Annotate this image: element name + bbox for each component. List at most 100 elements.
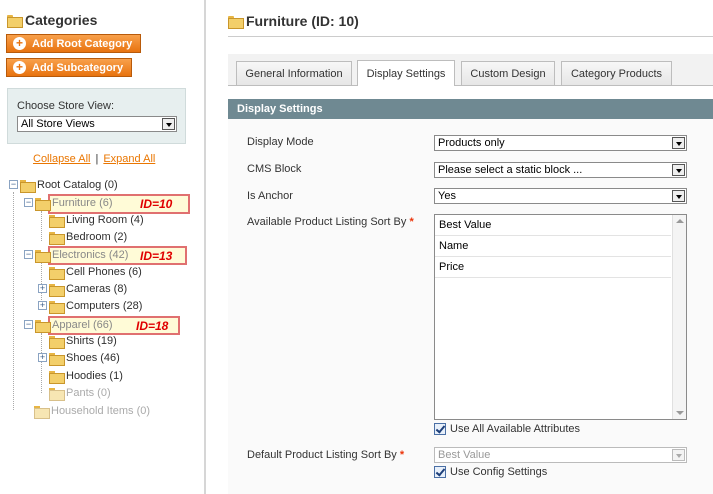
tree-item-hoodies[interactable]: Hoodies (1) (49, 368, 123, 384)
use-config-row[interactable]: Use Config Settings (434, 466, 547, 478)
add-root-category-button[interactable]: + Add Root Category (6, 34, 142, 53)
scroll-down-icon[interactable] (676, 411, 684, 415)
chevron-down-icon (672, 190, 685, 202)
folder-icon (7, 14, 23, 28)
scrollbar[interactable] (672, 215, 686, 419)
collapse-icon[interactable]: − (24, 250, 33, 259)
expand-icon[interactable]: + (38, 353, 47, 362)
tree-label: Cameras (8) (66, 283, 128, 295)
list-item[interactable]: Best Value (435, 215, 671, 236)
display-mode-select[interactable]: Products only (434, 135, 687, 151)
tree-item-apparel[interactable]: Apparel (66) (35, 317, 113, 333)
collapse-icon[interactable]: − (24, 320, 33, 329)
folder-icon (49, 300, 65, 314)
section-header: Display Settings (228, 99, 713, 119)
collapse-icon[interactable]: − (9, 180, 18, 189)
use-config-checkbox[interactable] (434, 466, 446, 478)
folder-icon (49, 370, 65, 384)
folder-icon (35, 319, 51, 333)
tree-item-computers[interactable]: Computers (28) (49, 298, 142, 314)
cms-block-label: CMS Block (247, 163, 302, 175)
use-config-label: Use Config Settings (450, 466, 548, 478)
tree-item-living-room[interactable]: Living Room (4) (49, 212, 144, 228)
tree-label: Living Room (4) (66, 214, 144, 226)
list-item[interactable]: Name (435, 236, 671, 257)
tree-label: Shirts (19) (66, 335, 117, 347)
tree-label: Shoes (46) (66, 352, 120, 364)
required-mark: * (409, 216, 414, 228)
chevron-down-icon (672, 164, 685, 176)
tree-item-cell-phones[interactable]: Cell Phones (6) (49, 264, 142, 280)
display-mode-value: Products only (438, 137, 505, 149)
cms-block-select[interactable]: Please select a static block ... (434, 162, 687, 178)
tree-item-pants[interactable]: Pants (0) (49, 385, 111, 401)
folder-icon (49, 214, 65, 228)
default-sort-label: Default Product Listing Sort By * (247, 449, 404, 461)
list-item[interactable]: Price (435, 257, 671, 278)
default-sort-value: Best Value (438, 449, 491, 461)
tab-label: Display Settings (366, 67, 446, 80)
page-title: Furniture (ID: 10) (228, 13, 359, 29)
is-anchor-label: Is Anchor (247, 190, 293, 202)
is-anchor-select[interactable]: Yes (434, 188, 687, 204)
furniture-id-annotation: ID=10 (140, 197, 173, 211)
add-subcategory-button[interactable]: + Add Subcategory (6, 58, 133, 77)
tree-label: Household Items (0) (51, 405, 151, 417)
sort-by-label: Available Product Listing Sort By * (247, 216, 414, 228)
tree-item-shirts[interactable]: Shirts (19) (49, 333, 117, 349)
page-title-text: Furniture (ID: 10) (246, 13, 359, 29)
electronics-id-annotation: ID=13 (140, 249, 173, 263)
store-view-select[interactable]: All Store Views (17, 116, 177, 132)
store-view-panel: Choose Store View: All Store Views (7, 88, 186, 144)
expand-icon[interactable]: + (38, 301, 47, 310)
sort-by-multiselect[interactable]: Best Value Name Price (434, 214, 687, 420)
tab-custom-design[interactable]: Custom Design (461, 61, 555, 85)
tree-item-furniture[interactable]: Furniture (6) (35, 195, 113, 211)
use-all-attributes-row[interactable]: Use All Available Attributes (434, 423, 580, 435)
tree-item-cameras[interactable]: Cameras (8) (49, 281, 127, 297)
default-sort-select[interactable]: Best Value (434, 447, 687, 463)
tree-label: Apparel (66) (52, 319, 113, 331)
apparel-id-annotation: ID=18 (136, 319, 169, 333)
collapse-all-link[interactable]: Collapse All (33, 153, 90, 165)
folder-icon (228, 15, 244, 29)
tab-baseline (228, 85, 713, 86)
tree-label: Hoodies (1) (66, 370, 123, 382)
tree-label: Bedroom (2) (66, 231, 128, 243)
is-anchor-value: Yes (438, 190, 456, 202)
tree-item-shoes[interactable]: Shoes (46) (49, 350, 120, 366)
folder-icon (49, 387, 65, 401)
store-view-value: All Store Views (21, 118, 95, 130)
chevron-down-icon (672, 449, 685, 461)
folder-icon (49, 352, 65, 366)
scroll-up-icon[interactable] (676, 219, 684, 223)
add-subcategory-label: Add Subcategory (32, 61, 124, 74)
expand-icon[interactable]: + (38, 284, 47, 293)
tab-label: Custom Design (470, 67, 546, 80)
folder-icon (49, 266, 65, 280)
title-divider (228, 36, 713, 37)
tab-category-products[interactable]: Category Products (561, 61, 672, 85)
store-view-label: Choose Store View: (17, 100, 115, 112)
plus-icon: + (13, 61, 26, 74)
tree-label: Computers (28) (66, 300, 143, 312)
tree-label: Electronics (42) (52, 249, 129, 261)
expand-all-link[interactable]: Expand All (103, 153, 155, 165)
add-root-category-label: Add Root Category (32, 37, 133, 50)
folder-icon (35, 249, 51, 263)
use-all-attributes-checkbox[interactable] (434, 423, 446, 435)
tree-item-electronics[interactable]: Electronics (42) (35, 247, 128, 263)
folder-icon (20, 179, 36, 193)
folder-icon (49, 231, 65, 245)
tab-general-information[interactable]: General Information (236, 61, 352, 85)
tab-label: General Information (245, 67, 343, 80)
folder-icon (34, 405, 50, 419)
tab-label: Category Products (570, 67, 663, 80)
tab-display-settings[interactable]: Display Settings (357, 60, 455, 86)
collapse-icon[interactable]: − (24, 198, 33, 207)
tree-item-bedroom[interactable]: Bedroom (2) (49, 229, 127, 245)
tree-item-root-catalog[interactable]: Root Catalog (0) (20, 177, 118, 193)
folder-icon (49, 283, 65, 297)
tree-item-household-items[interactable]: Household Items (0) (34, 403, 150, 419)
tree-line (41, 333, 42, 393)
